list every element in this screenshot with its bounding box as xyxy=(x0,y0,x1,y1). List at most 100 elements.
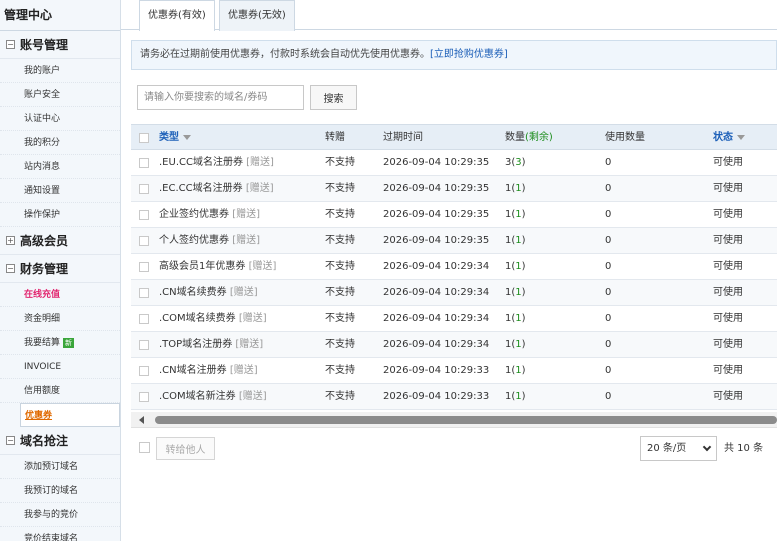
collapse-icon[interactable]: − xyxy=(6,264,15,273)
cell-expire: 2026-09-04 10:29:34 xyxy=(383,261,490,272)
row-checkbox[interactable] xyxy=(139,340,149,350)
sidebar-group-account[interactable]: − 账号管理 xyxy=(0,31,120,59)
row-checkbox[interactable] xyxy=(139,262,149,272)
total-count: 共 10 条 xyxy=(724,443,764,454)
table-row: .COM域名新注券 [赠送] 不支持 2026-09-04 10:29:33 1(1)… xyxy=(131,384,777,410)
tab-invalid-coupons[interactable]: 优惠券(无效) xyxy=(219,0,295,31)
cell-transfer: 不支持 xyxy=(325,261,355,272)
sort-caret-icon xyxy=(183,134,191,140)
header-qty: 数量(剩余) xyxy=(505,132,553,143)
sidebar-item-my-bids[interactable]: 我参与的竞价 xyxy=(0,503,120,527)
sidebar-item-label: 我要结算 xyxy=(24,338,61,348)
cell-transfer: 不支持 xyxy=(325,235,355,246)
sidebar-item-my-account[interactable]: 我的账户 xyxy=(0,59,120,83)
cell-transfer: 不支持 xyxy=(325,391,355,402)
cell-used: 0 xyxy=(605,313,612,324)
sidebar-item-fund-details[interactable]: 资金明细 xyxy=(0,307,120,331)
sidebar-item-credit-limit[interactable]: 信用额度 xyxy=(0,379,120,403)
search-button[interactable]: 搜索 xyxy=(310,85,357,110)
cell-status: 可使用 xyxy=(713,209,743,220)
sidebar-item-invoice[interactable]: INVOICE xyxy=(0,355,120,379)
cell-transfer: 不支持 xyxy=(325,365,355,376)
row-checkbox[interactable] xyxy=(139,288,149,298)
select-all-checkbox[interactable] xyxy=(139,133,149,143)
sidebar: 管理中心 − 账号管理 我的账户 账户安全 认证中心 我的积分 站内消息 通知设… xyxy=(0,0,121,541)
sidebar-item-ended-bids[interactable]: 竞价结束域名 xyxy=(0,527,120,541)
sidebar-group-premium[interactable]: + 高级会员 xyxy=(0,227,120,255)
row-checkbox[interactable] xyxy=(139,236,149,246)
collapse-icon[interactable]: − xyxy=(6,436,15,445)
table-row: .EU.CC域名注册券 [赠送] 不支持 2026-09-04 10:29:35 3(… xyxy=(131,150,777,176)
sidebar-item-verification[interactable]: 认证中心 xyxy=(0,107,120,131)
sidebar-group-label: 财务管理 xyxy=(20,261,69,276)
cell-used: 0 xyxy=(605,339,612,350)
gift-tag: [赠送] xyxy=(248,261,277,272)
gift-tag: [赠送] xyxy=(232,235,260,246)
header-used: 使用数量 xyxy=(605,132,645,143)
row-checkbox[interactable] xyxy=(139,366,149,376)
sidebar-item-settlement[interactable]: 我要结算新 xyxy=(0,331,120,355)
sidebar-title: 管理中心 xyxy=(0,0,120,31)
new-badge: 新 xyxy=(63,337,75,348)
transfer-to-others-button[interactable]: 转给他人 xyxy=(156,437,215,460)
row-checkbox[interactable] xyxy=(139,314,149,324)
sidebar-item-messages[interactable]: 站内消息 xyxy=(0,155,120,179)
row-checkbox[interactable] xyxy=(139,184,149,194)
sidebar-item-recharge[interactable]: 在线充值 xyxy=(0,283,120,307)
cell-qty: 1(1) xyxy=(505,313,526,324)
cell-used: 0 xyxy=(605,261,612,272)
sidebar-group-finance[interactable]: − 财务管理 xyxy=(0,255,120,283)
tab-valid-coupons[interactable]: 优惠券(有效) xyxy=(139,0,215,31)
cell-type: .EC.CC域名注册券 [赠送] xyxy=(159,183,274,194)
buy-coupons-link[interactable]: [立即抢购优惠券] xyxy=(430,49,508,60)
cell-expire: 2026-09-04 10:29:34 xyxy=(383,339,490,350)
sidebar-item-account-security[interactable]: 账户安全 xyxy=(0,83,120,107)
sidebar-item-coupons[interactable]: 优惠券 xyxy=(20,403,120,427)
cell-used: 0 xyxy=(605,157,612,168)
row-checkbox[interactable] xyxy=(139,210,149,220)
cell-transfer: 不支持 xyxy=(325,183,355,194)
horizontal-scrollbar[interactable] xyxy=(131,412,777,428)
gift-tag: [赠送] xyxy=(245,183,274,194)
table-header: 类型 转赠 过期时间 数量(剩余) 使用数量 状态 xyxy=(131,124,777,150)
cell-used: 0 xyxy=(605,287,612,298)
cell-transfer: 不支持 xyxy=(325,209,355,220)
sidebar-item-points[interactable]: 我的积分 xyxy=(0,131,120,155)
sidebar-item-add-reservation[interactable]: 添加预订域名 xyxy=(0,455,120,479)
cell-status: 可使用 xyxy=(713,365,743,376)
cell-qty: 1(1) xyxy=(505,261,526,272)
cell-qty: 1(1) xyxy=(505,287,526,298)
sidebar-item-operation-protection[interactable]: 操作保护 xyxy=(0,203,120,227)
sort-caret-icon xyxy=(737,134,745,140)
expand-icon[interactable]: + xyxy=(6,236,15,245)
sidebar-group-domain-snatch[interactable]: − 域名抢注 xyxy=(0,427,120,455)
page-size-select[interactable]: 20 条/页 xyxy=(640,436,717,461)
sidebar-group-label: 域名抢注 xyxy=(20,433,69,448)
cell-transfer: 不支持 xyxy=(325,157,355,168)
cell-qty: 1(1) xyxy=(505,235,526,246)
table-row: .EC.CC域名注册券 [赠送] 不支持 2026-09-04 10:29:35 1(… xyxy=(131,176,777,202)
cell-transfer: 不支持 xyxy=(325,313,355,324)
cell-status: 可使用 xyxy=(713,391,743,402)
header-transfer: 转赠 xyxy=(325,132,345,143)
sidebar-group-label: 高级会员 xyxy=(20,233,69,248)
table-row: .CN域名注册券 [赠送] 不支持 2026-09-04 10:29:33 1(1) 0… xyxy=(131,358,777,384)
cell-status: 可使用 xyxy=(713,183,743,194)
table-row: 个人签约优惠券 [赠送] 不支持 2026-09-04 10:29:35 1(1) 0 可… xyxy=(131,228,777,254)
scrollbar-thumb[interactable] xyxy=(155,416,777,424)
footer-select-checkbox[interactable] xyxy=(139,442,150,453)
header-type[interactable]: 类型 xyxy=(159,125,191,151)
sidebar-item-notification-settings[interactable]: 通知设置 xyxy=(0,179,120,203)
search-input[interactable] xyxy=(137,85,304,110)
header-status[interactable]: 状态 xyxy=(713,125,745,151)
cell-expire: 2026-09-04 10:29:34 xyxy=(383,287,490,298)
row-checkbox[interactable] xyxy=(139,392,149,402)
sidebar-item-my-reservations[interactable]: 我预订的域名 xyxy=(0,479,120,503)
scroll-left-icon[interactable] xyxy=(139,416,144,424)
cell-status: 可使用 xyxy=(713,313,743,324)
collapse-icon[interactable]: − xyxy=(6,40,15,49)
row-checkbox[interactable] xyxy=(139,158,149,168)
main-content: 优惠券(有效) 优惠券(无效) 请务必在过期前使用优惠券，付款时系统会自动优先使… xyxy=(121,0,777,541)
cell-status: 可使用 xyxy=(713,157,743,168)
cell-expire: 2026-09-04 10:29:35 xyxy=(383,157,490,168)
